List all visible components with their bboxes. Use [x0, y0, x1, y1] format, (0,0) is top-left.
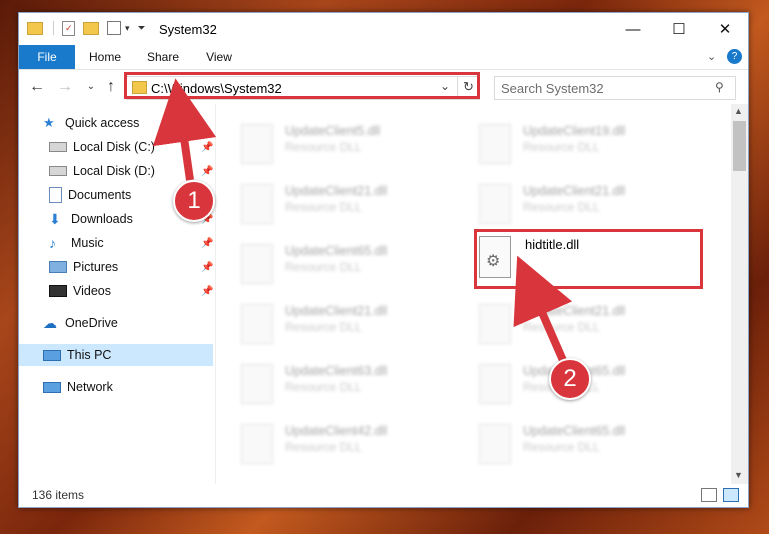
step-2-badge: 2	[549, 358, 591, 400]
annotation-arrows	[152, 78, 573, 367]
step-1-badge: 1	[173, 180, 215, 222]
arrow-to-address	[152, 78, 217, 181]
arrow-to-file	[513, 255, 573, 367]
